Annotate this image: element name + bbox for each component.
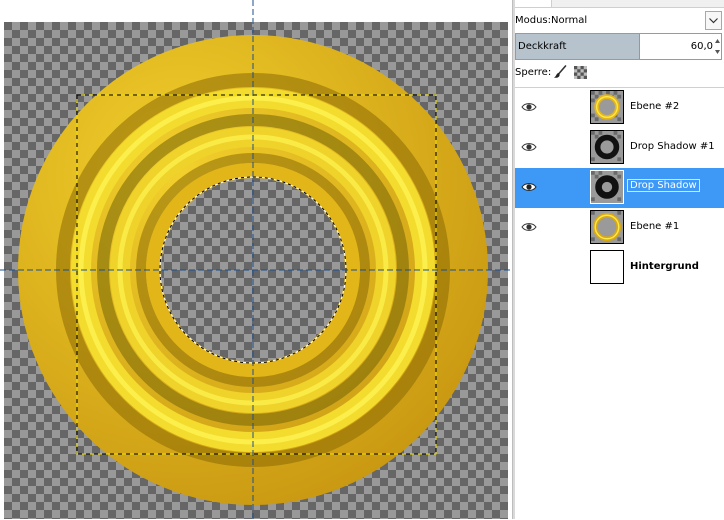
opacity-slider[interactable]: Deckkraft 60,0 <box>515 33 722 60</box>
opacity-spin-icon[interactable] <box>715 35 720 58</box>
opacity-value[interactable]: 60,0 <box>691 41 713 52</box>
lock-alpha-checker-icon[interactable] <box>574 66 587 79</box>
layer-name[interactable]: Drop Shadow <box>627 179 700 192</box>
mode-label: Modus: <box>515 15 552 26</box>
eye-icon[interactable] <box>521 181 537 193</box>
layer-name[interactable]: Ebene #2 <box>630 101 679 112</box>
layers-tab[interactable] <box>515 0 552 7</box>
layers-panel: Modus: Normal Deckkraft 60,0 Sperre: Ebe… <box>515 0 724 519</box>
mode-row: Modus: Normal <box>515 10 724 32</box>
layer-thumbnail-hintergrund <box>590 250 624 284</box>
layer-thumbnail-drop-shadow <box>590 170 624 204</box>
eye-icon[interactable] <box>521 141 537 153</box>
layer-name[interactable]: Ebene #1 <box>630 221 679 232</box>
eye-icon[interactable] <box>521 221 537 233</box>
layer-name[interactable]: Drop Shadow #1 <box>630 141 715 152</box>
lock-pixels-brush-icon[interactable] <box>553 65 567 79</box>
image-canvas[interactable] <box>0 0 512 519</box>
eye-icon[interactable] <box>521 101 537 113</box>
layers-list: Ebene #2 Drop Shadow #1 Drop Shadow Eben… <box>515 87 724 520</box>
layer-row-hintergrund[interactable]: Hintergrund <box>515 248 724 288</box>
layer-name[interactable]: Hintergrund <box>630 261 699 272</box>
opacity-label: Deckkraft <box>518 41 567 52</box>
lock-label: Sperre: <box>515 67 552 78</box>
mode-value[interactable]: Normal <box>551 15 587 26</box>
lock-row: Sperre: <box>515 64 724 82</box>
layer-thumbnail-ebene-2 <box>590 90 624 124</box>
layer-thumbnail-drop-shadow-1 <box>590 130 624 164</box>
layer-row-drop-shadow-1[interactable]: Drop Shadow #1 <box>515 128 724 168</box>
layer-row-ebene-1[interactable]: Ebene #1 <box>515 208 724 248</box>
panel-tab-strip <box>515 0 724 8</box>
layer-row-drop-shadow[interactable]: Drop Shadow <box>515 168 724 208</box>
layer-row-ebene-2[interactable]: Ebene #2 <box>515 88 724 128</box>
mode-dropdown-button[interactable] <box>705 11 722 30</box>
layer-thumbnail-ebene-1 <box>590 210 624 244</box>
image-canvas-area[interactable] <box>0 0 512 519</box>
chevron-down-icon <box>709 17 718 23</box>
